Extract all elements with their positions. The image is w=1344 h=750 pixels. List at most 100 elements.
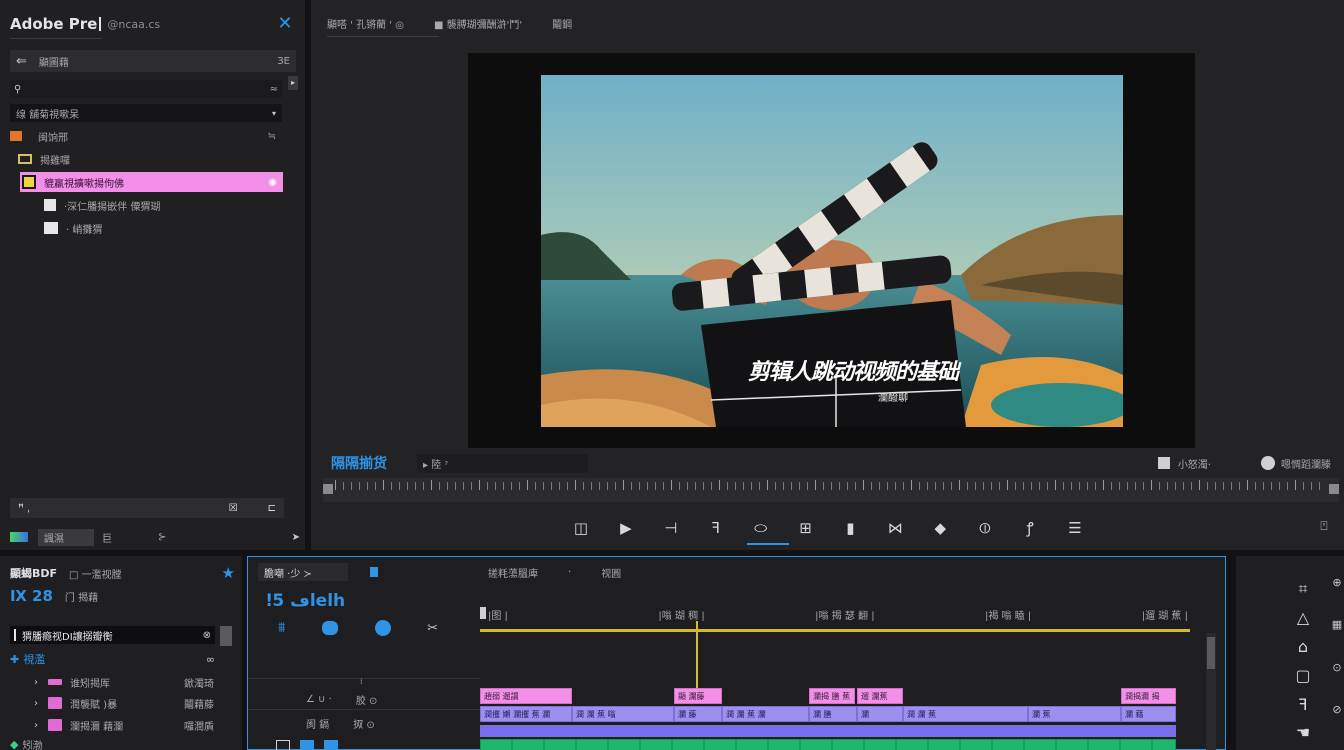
star-icon[interactable]: ★ — [222, 564, 235, 582]
timeline-clip[interactable]: 瀾揭 膳 蕉 — [809, 688, 855, 704]
source-tab-2[interactable]: 鬮鋼 — [552, 16, 572, 31]
timeline-clip[interactable]: 瀾 蕉 — [1028, 706, 1121, 722]
sequence-timecode[interactable]: ǃڡ 5lelh — [266, 591, 345, 611]
effects-header-label[interactable]: 顯蝎BDF — [10, 565, 57, 581]
source-tab-1[interactable]: ■ 襲膊瑚彌酬滸'鬥' — [434, 16, 522, 31]
timeline-clip[interactable]: 潤 瀾 蕉 瀾 — [722, 706, 809, 722]
linked-selection-icon[interactable] — [322, 621, 339, 635]
camera-icon[interactable] — [1157, 457, 1170, 469]
play-icon[interactable]: ▶ — [613, 515, 639, 541]
mark-in-icon[interactable]: ⊣ — [658, 515, 684, 541]
marker-label[interactable]: ▸ 陸 ˀ — [417, 453, 589, 473]
bottom-left-label[interactable]: ꟸ ˌ — [18, 503, 30, 514]
program-timecode[interactable]: 隔隔揃货 — [331, 453, 387, 473]
tree-item-4[interactable]: · 峭攤猬 — [44, 219, 282, 237]
timeline-clip[interactable]: 遛 瀾蕉 — [857, 688, 903, 704]
triangle-icon[interactable]: △ — [1290, 605, 1316, 631]
tree-item-selected[interactable]: 貔羸視擴嗽揚佝佛 ◉ — [20, 172, 283, 192]
project-tab-0[interactable]: 諷濕 — [38, 528, 94, 546]
timeline-clip[interactable]: 顯 瀾藤 — [674, 688, 722, 704]
timeline-clip[interactable]: 瀾 膳 — [809, 706, 857, 722]
close-icon[interactable]: ✕ — [276, 13, 294, 34]
home-icon[interactable]: ⌂ — [1290, 634, 1316, 660]
effects-scrollbar[interactable] — [220, 626, 232, 646]
split-view-icon[interactable]: ◫ — [568, 515, 594, 541]
timeline-header-mid-label[interactable]: 搓粍蕩膃庳 — [488, 565, 538, 580]
video-canvas[interactable]: 剪辑人跳动视频的基础 瀾醱聊 — [468, 53, 1195, 448]
timeline-scroll-thumb[interactable] — [1207, 637, 1215, 669]
project-tab-2[interactable]: ⊱ — [152, 531, 172, 544]
timeline-clip[interactable]: 趙搦 遛謂 — [480, 688, 572, 704]
tree-item-0[interactable]: 闽饷邢 ≒ — [10, 127, 282, 145]
project-search-input[interactable] — [27, 83, 248, 95]
source-tab-0[interactable]: 顯嗒 ' 孔锵藺 ' ◎ — [327, 16, 404, 31]
timeline-scrollbar[interactable] — [1206, 633, 1216, 750]
audio-clip-green[interactable] — [480, 739, 1176, 750]
effects-item-2[interactable]: › 瀾揭濔 藉瀾 囉潤貭 — [34, 716, 214, 734]
work-area-bar[interactable] — [480, 629, 1190, 632]
right-label-1[interactable]: 小怒濁· — [1178, 456, 1211, 471]
screen-icon[interactable]: ▢ — [1290, 662, 1316, 688]
timeline-header-right-label[interactable]: 视圓 — [601, 565, 621, 580]
back-arrow-icon[interactable]: ⇐ — [16, 54, 27, 69]
effects-input[interactable]: 猬膰瘾视DI讓搦瓣衡 ⊗ — [10, 626, 215, 644]
list-icon[interactable]: ☰ — [1062, 515, 1088, 541]
export-frame-icon[interactable]: ⍞ — [1317, 518, 1331, 534]
crop-icon[interactable]: ⌗ — [1290, 576, 1316, 602]
panel-scroll-tab[interactable]: ▸ — [288, 76, 298, 90]
settings-wheel-icon[interactable] — [1261, 456, 1275, 470]
effects-footer[interactable]: ◆ 矧渤 — [10, 737, 210, 750]
infinity-icon[interactable]: ∞ — [206, 653, 215, 666]
timeline-ruler[interactable]: |图 | |嗡 瑚 稠 | |嗡 揭 瑟 翻 | |褐 嗡 瞌 | |遛 瑚 蕉… — [480, 603, 1190, 629]
bowtie-icon[interactable]: ⋈ — [882, 515, 908, 541]
timeline-clip[interactable]: 瀾 藉 — [1121, 706, 1176, 722]
playhead[interactable] — [696, 621, 698, 691]
marker-icon[interactable]: ▮ — [837, 515, 863, 541]
type-icon[interactable]: ꟻ — [1290, 691, 1316, 717]
project-tab-1[interactable]: 巨 — [94, 529, 152, 546]
hand-icon[interactable]: ☚ — [1290, 720, 1316, 746]
timeline-clip[interactable]: 瀾 藤 — [674, 706, 722, 722]
edge-tool-icon[interactable]: ⊙ — [1330, 661, 1344, 674]
tree-item-3[interactable]: ·深仁膰揚嵌伴 僳猬瑚 — [44, 196, 282, 214]
sync-icon[interactable] — [300, 740, 314, 750]
effects-header-label-2[interactable]: □ 一濫视膛 — [69, 566, 122, 581]
eye-icon[interactable]: ◉ — [268, 177, 277, 188]
marker-add-icon[interactable] — [374, 620, 391, 636]
arrow-right-icon[interactable]: ➤ — [292, 532, 300, 543]
wrench-icon[interactable]: ✂ — [427, 621, 438, 636]
timeline-clip[interactable]: 潤 瀾 蕉 嗡 — [572, 706, 674, 722]
mute-icon[interactable] — [324, 740, 338, 750]
project-dropdown[interactable]: 缐 舖菊視嗽呆 ▾ — [10, 104, 282, 122]
effects-section-row[interactable]: ✚ 視濫 ∞ — [10, 650, 215, 668]
scrub-end-handle[interactable] — [1329, 484, 1339, 494]
lock-icon[interactable] — [276, 740, 290, 750]
snap-icon[interactable]: ⩩ — [278, 620, 285, 636]
scrub-start-handle[interactable] — [323, 484, 333, 494]
bottom-mid-label[interactable]: ☒ — [229, 503, 238, 514]
lift-icon[interactable]: ⬭ — [748, 515, 774, 541]
edge-tool-icon[interactable]: ⊕ — [1330, 576, 1344, 589]
timeline-clip[interactable]: 潤 瀾 蕉 — [903, 706, 1028, 722]
trim-icon[interactable]: ꝭ — [1017, 515, 1043, 541]
right-label-2[interactable]: 嗯惆蹈瀾滕 — [1281, 456, 1331, 471]
effects-item-0[interactable]: › 谁矧揭厍 鍁濁琦 — [34, 673, 214, 691]
track-v2-header[interactable]: ∠ ∪ · 胶 ⊙ — [306, 691, 476, 707]
project-back-bar[interactable]: ⇐ 顯圖藉 ЗЕ — [10, 50, 296, 72]
diamond-icon[interactable]: ◆ — [927, 515, 953, 541]
timeline-clip[interactable]: 潤攫 嬾 瀾攫 蕉 瀾 — [480, 706, 572, 722]
program-scrub-bar[interactable] — [323, 478, 1339, 502]
timeline-tab-marker-icon[interactable] — [370, 567, 378, 577]
effects-item-1[interactable]: › 潤襲賦 )暴 鬮藉藤 — [34, 694, 214, 712]
edge-tool-icon[interactable]: ⊘ — [1330, 703, 1344, 716]
grid-icon[interactable]: ⊞ — [793, 515, 819, 541]
timeline-tab[interactable]: 膽嘲 ·少 ≻ — [258, 563, 348, 581]
search-filter-icon[interactable]: ≈ — [270, 84, 278, 95]
audio-clip-upper[interactable] — [480, 725, 1176, 737]
tree-item-1[interactable]: 揭雞囉 — [18, 150, 282, 168]
track-v1-header[interactable]: 阂 鎘 㧐 ⊙ — [306, 715, 476, 731]
search-clear-icon[interactable]: ⊗ — [203, 630, 211, 641]
edge-tool-icon[interactable]: ▦ — [1330, 618, 1344, 631]
track-a1-header[interactable] — [276, 739, 466, 750]
mark-out-icon[interactable]: ꟻ — [703, 515, 729, 541]
